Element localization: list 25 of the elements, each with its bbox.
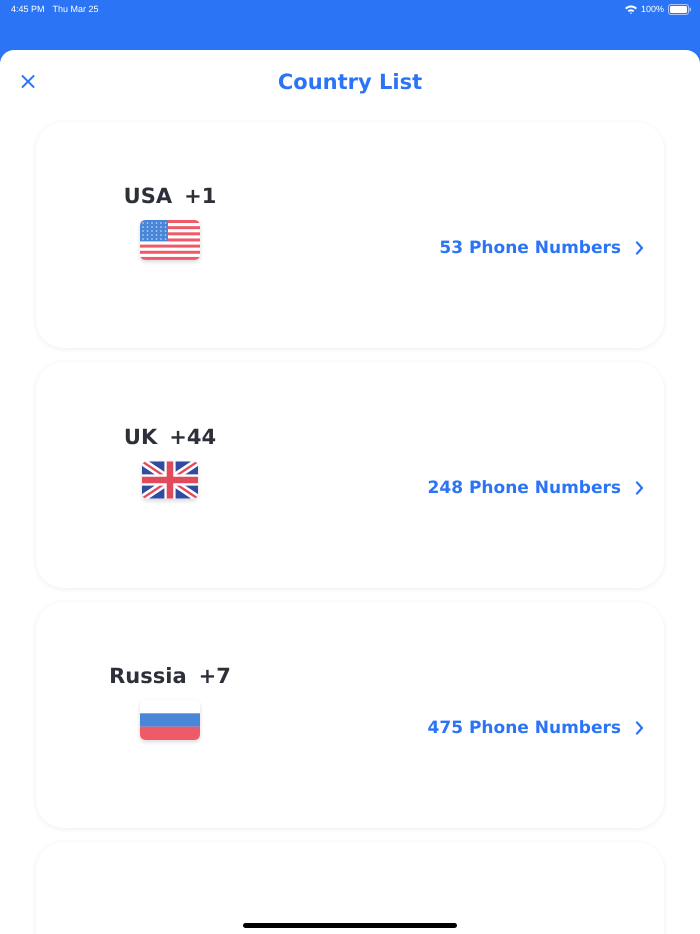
status-time: 4:45 PM bbox=[11, 4, 45, 14]
chevron-icon bbox=[635, 481, 644, 495]
status-date: Thu Mar 25 bbox=[52, 4, 99, 14]
phone-numbers-link[interactable]: 248 Phone Numbers bbox=[428, 478, 621, 498]
chevron-icon bbox=[635, 721, 644, 735]
phone-numbers-link[interactable]: 475 Phone Numbers bbox=[428, 718, 621, 738]
flag-icon bbox=[142, 461, 198, 499]
battery-percent: 100% bbox=[640, 4, 664, 14]
close-button[interactable]: × bbox=[14, 67, 42, 95]
country-card[interactable]: UK +44 248 Phone Numbers bbox=[36, 362, 664, 588]
phone-numbers-link[interactable]: 53 Phone Numbers bbox=[439, 238, 621, 258]
country-name: USA bbox=[124, 184, 172, 208]
battery-icon bbox=[668, 4, 692, 14]
country-card[interactable]: Russia +7 475 Phone Numbers bbox=[36, 602, 664, 828]
wifi-icon bbox=[624, 4, 637, 14]
dial-code: +1 bbox=[184, 184, 216, 208]
country-name: UK bbox=[124, 425, 158, 449]
page-title: Country List bbox=[278, 70, 422, 94]
country-card[interactable]: USA +1 53 Phone Numbers bbox=[36, 122, 664, 348]
flag-icon bbox=[140, 700, 200, 740]
flag-icon bbox=[140, 220, 200, 260]
chevron-icon bbox=[635, 241, 644, 255]
country-name: Russia bbox=[109, 664, 187, 688]
dial-code: +44 bbox=[169, 425, 216, 449]
dial-code: +7 bbox=[198, 664, 231, 688]
